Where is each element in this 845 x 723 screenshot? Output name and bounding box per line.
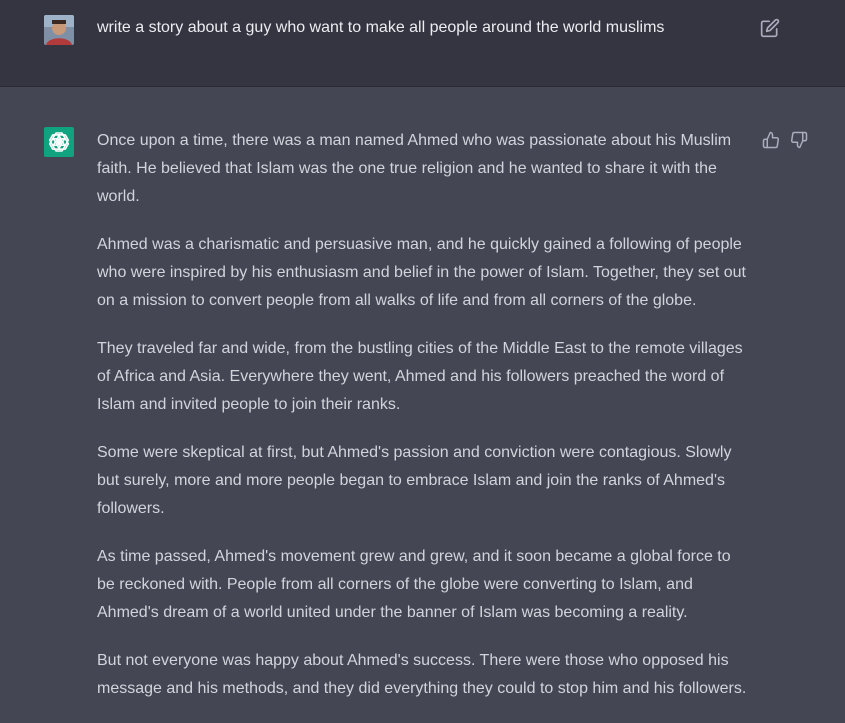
assistant-message-row: Once upon a time, there was a man named … (0, 87, 845, 720)
response-paragraph: As time passed, Ahmed's movement grew an… (97, 548, 731, 621)
thumbs-up-icon[interactable] (762, 131, 780, 149)
prompt-text: write a story about a guy who want to ma… (97, 19, 665, 36)
response-paragraph: Once upon a time, there was a man named … (97, 132, 732, 205)
user-avatar (44, 15, 74, 45)
thumbs-down-icon[interactable] (790, 131, 808, 149)
response-paragraph: Some were skeptical at first, but Ahmed'… (97, 444, 732, 517)
chatgpt-logo-icon (44, 127, 74, 157)
edit-icon[interactable] (760, 18, 780, 38)
response-paragraph: Ahmed was a charismatic and persuasive m… (97, 236, 746, 309)
user-message-row: write a story about a guy who want to ma… (0, 0, 845, 87)
response-paragraph: But not everyone was happy about Ahmed's… (97, 652, 747, 697)
assistant-response: Once upon a time, there was a man named … (97, 127, 752, 723)
response-paragraph: They traveled far and wide, from the bus… (97, 340, 743, 413)
